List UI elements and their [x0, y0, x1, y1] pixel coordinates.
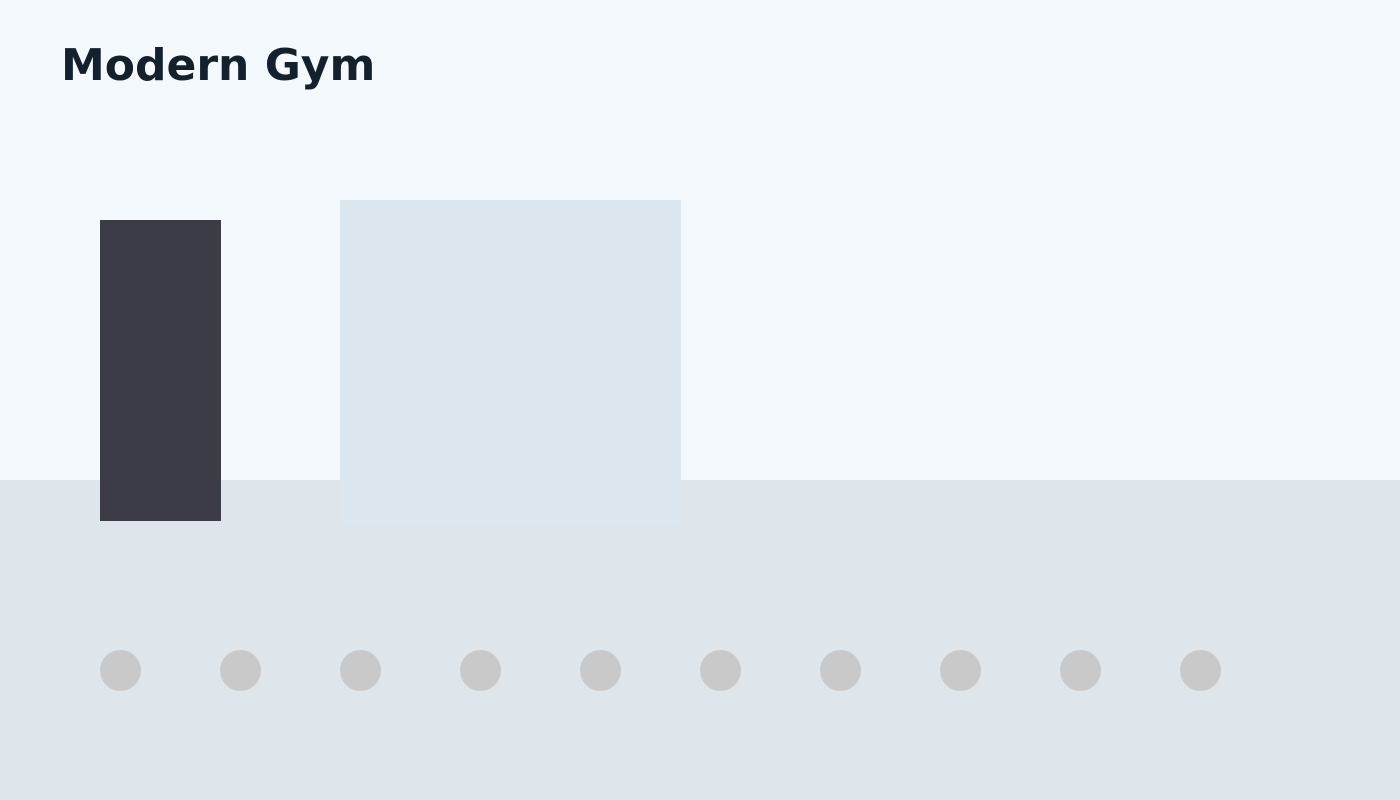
floor-dot-1 [100, 650, 141, 691]
floor-dot-5 [580, 650, 621, 691]
floor-background [0, 480, 1400, 800]
dark-equipment-block [100, 220, 221, 521]
floor-dot-8 [940, 650, 981, 691]
page-title: Modern Gym [61, 40, 376, 91]
floor-dot-9 [1060, 650, 1101, 691]
floor-dot-6 [700, 650, 741, 691]
floor-dot-10 [1180, 650, 1221, 691]
floor-dot-2 [220, 650, 261, 691]
floor-dot-4 [460, 650, 501, 691]
floor-dot-3 [340, 650, 381, 691]
floor-dot-7 [820, 650, 861, 691]
light-equipment-block [340, 200, 681, 525]
